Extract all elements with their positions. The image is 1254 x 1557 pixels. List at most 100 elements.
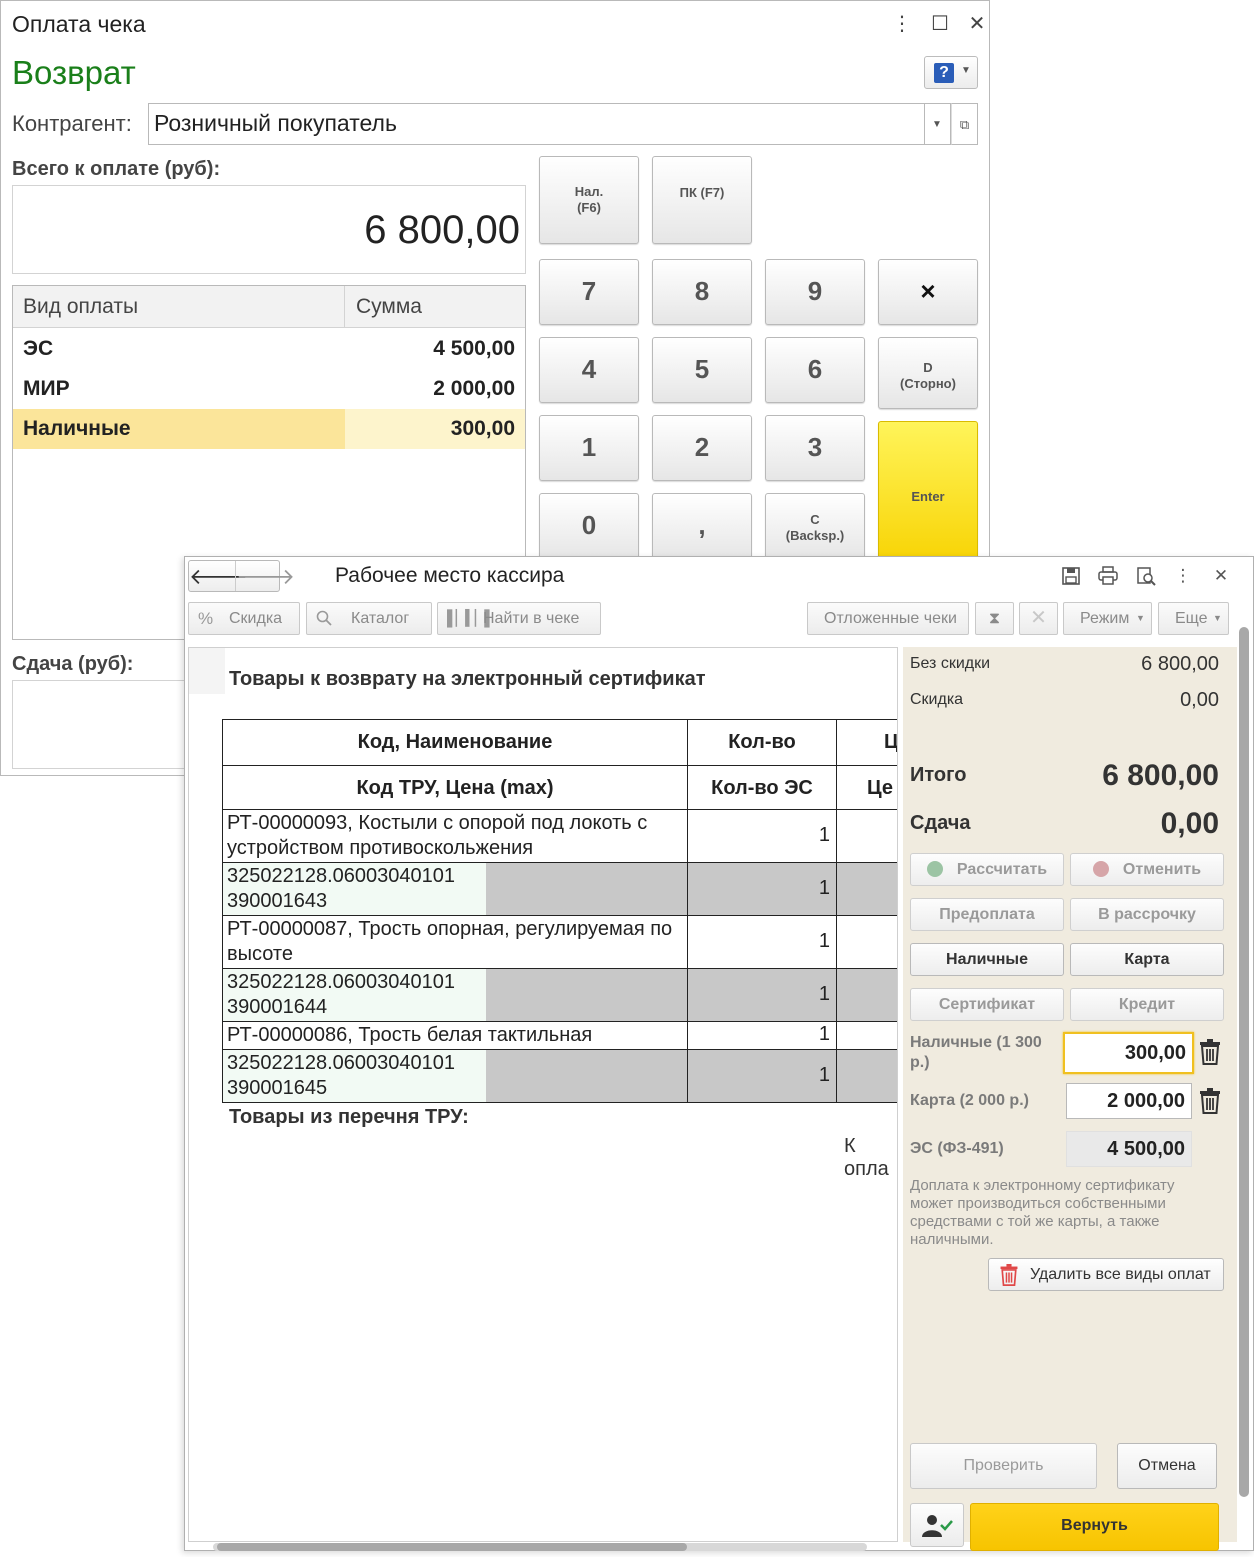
column-header: Це	[836, 765, 897, 810]
key-9[interactable]: 9	[765, 259, 865, 325]
item-qty-es-cell[interactable]: 1	[687, 862, 837, 916]
storno-key[interactable]: D (Сторно)	[878, 337, 978, 409]
arrow-right-icon[interactable]: 🡒	[236, 564, 295, 590]
delete-all-payments-button[interactable]: Удалить все виды оплат	[988, 1258, 1224, 1291]
hourglass-icon[interactable]: ⧗	[975, 602, 1014, 635]
multiply-key[interactable]: ×	[878, 259, 978, 325]
item-qty-es-cell[interactable]: 1	[687, 1049, 837, 1103]
column-header: Кол-во ЭС	[687, 765, 837, 810]
horizontal-scrollbar[interactable]	[213, 1543, 867, 1551]
chevron-down-icon: ▼	[1136, 613, 1145, 623]
card-amount-input[interactable]: 2 000,00	[1066, 1083, 1192, 1119]
counterparty-label: Контрагент:	[12, 111, 132, 136]
item-code-cell[interactable]: 325022128.06003040101 390001643	[222, 862, 688, 916]
deferred-receipts-button[interactable]: Отложенные чеки	[807, 602, 969, 635]
key-1[interactable]: 1	[539, 415, 639, 481]
card-key[interactable]: ПК (F7)	[652, 156, 752, 244]
item-name-cell[interactable]: РТ-00000087, Трость опорная, регулируема…	[222, 915, 688, 969]
change-label: Сдача (руб):	[12, 653, 134, 675]
close-icon[interactable]: ✕	[962, 9, 992, 39]
chevron-down-icon[interactable]: ▼	[924, 103, 951, 145]
item-qty-cell[interactable]: 1	[687, 915, 837, 969]
close-icon[interactable]: ✕	[1210, 566, 1232, 586]
trash-icon[interactable]	[1199, 1088, 1221, 1114]
check-button[interactable]: Проверить	[910, 1443, 1097, 1489]
more-vert-icon[interactable]: ⋮	[887, 9, 917, 39]
column-header: Кол-во	[687, 719, 837, 766]
cash-key[interactable]: Нал. (F6)	[539, 156, 639, 244]
item-code-cell[interactable]: 325022128.06003040101 390001644	[222, 968, 688, 1022]
history-nav: 🡐 🡒	[188, 560, 295, 592]
es-amount-label: ЭС (ФЗ-491)	[910, 1140, 1004, 1157]
card-amount-label: Карта (2 000 р.)	[910, 1092, 1029, 1109]
arrow-left-icon[interactable]: 🡐	[189, 564, 248, 590]
column-header[interactable]: Вид оплаты	[23, 295, 138, 319]
enter-key[interactable]: Enter	[878, 421, 978, 571]
cash-amount-input[interactable]: 300,00	[1063, 1032, 1194, 1074]
return-button[interactable]: Вернуть	[970, 1503, 1219, 1551]
to-pay-label: К опла	[844, 1135, 889, 1180]
cancel-payment-button[interactable]: Отменить	[1070, 853, 1224, 886]
item-qty-cell[interactable]: 1	[687, 809, 837, 863]
column-header[interactable]: Сумма	[356, 295, 422, 319]
counterparty-field[interactable]: Розничный покупатель	[148, 103, 925, 145]
cash-amount-label: Наличные (1 300 р.)	[910, 1034, 1042, 1071]
table-row[interactable]: ЭС 4 500,00	[13, 329, 525, 369]
key-0[interactable]: 0	[539, 493, 639, 559]
customer-button[interactable]	[910, 1503, 964, 1547]
open-icon[interactable]: ⧉	[951, 103, 978, 145]
user-check-icon	[922, 1515, 953, 1537]
cashier-workplace-window: 🡐 🡒 Рабочее место кассира ⋮ ✕ % Скидка К…	[184, 556, 1254, 1551]
comma-key[interactable]: ,	[652, 493, 752, 559]
preview-icon[interactable]	[1135, 566, 1157, 586]
total-label: Всего к оплате (руб):	[12, 158, 221, 180]
change-amount	[12, 680, 192, 769]
key-7[interactable]: 7	[539, 259, 639, 325]
total-label: Итого	[910, 764, 967, 786]
trash-icon[interactable]	[1199, 1039, 1221, 1065]
key-8[interactable]: 8	[652, 259, 752, 325]
mode-menu-button[interactable]: Режим ▼	[1063, 602, 1152, 635]
item-name-cell[interactable]: РТ-00000093, Костыли с опорой под локоть…	[222, 809, 688, 863]
maximize-icon[interactable]: ☐	[925, 9, 955, 39]
discount-label: Скидка	[910, 691, 964, 708]
cross-icon[interactable]: ✕	[1019, 602, 1058, 635]
key-4[interactable]: 4	[539, 337, 639, 403]
discount-button[interactable]: % Скидка	[188, 602, 300, 635]
more-menu-button[interactable]: Еще ▼	[1158, 602, 1229, 635]
item-qty-cell[interactable]: 1	[687, 1021, 837, 1050]
more-vert-icon[interactable]: ⋮	[1172, 566, 1194, 586]
table-row-selected[interactable]: Наличные 300,00	[13, 409, 525, 449]
cancel-button[interactable]: Отмена	[1117, 1443, 1217, 1489]
find-in-receipt-button[interactable]: ▌▏▍▏▌ Найти в чеке	[437, 602, 601, 635]
calculate-button[interactable]: Рассчитать	[910, 853, 1064, 886]
total-amount: 6 800,00	[12, 185, 526, 274]
credit-button[interactable]: Кредит	[1070, 988, 1224, 1021]
payment-type: ЭС	[23, 337, 54, 360]
vertical-scrollbar[interactable]	[1239, 627, 1249, 1547]
item-name-cell[interactable]: РТ-00000086, Трость белая тактильная	[222, 1021, 688, 1050]
print-icon[interactable]	[1097, 566, 1119, 586]
item-code-cell[interactable]: 325022128.06003040101 390001645	[222, 1049, 688, 1103]
prepayment-button[interactable]: Предоплата	[910, 898, 1064, 931]
key-2[interactable]: 2	[652, 415, 752, 481]
key-5[interactable]: 5	[652, 337, 752, 403]
certificate-button[interactable]: Сертификат	[910, 988, 1064, 1021]
installment-button[interactable]: В рассрочку	[1070, 898, 1224, 931]
cash-button[interactable]: Наличные	[910, 943, 1064, 976]
table-row[interactable]: МИР 2 000,00	[13, 369, 525, 409]
help-button[interactable]: ? ▼	[924, 56, 978, 89]
change-value: 0,00	[1160, 807, 1219, 840]
key-6[interactable]: 6	[765, 337, 865, 403]
save-icon[interactable]	[1060, 566, 1082, 586]
item-price-es-cell	[836, 862, 897, 916]
trash-icon	[1000, 1264, 1018, 1286]
key-3[interactable]: 3	[765, 415, 865, 481]
item-qty-es-cell[interactable]: 1	[687, 968, 837, 1022]
catalog-button[interactable]: Каталог	[306, 602, 432, 635]
window-title: Рабочее место кассира	[335, 564, 565, 587]
payment-amount: 300,00	[450, 417, 515, 440]
backspace-key[interactable]: C (Backsp.)	[765, 493, 865, 559]
section-heading: Товары из перечня ТРУ:	[229, 1106, 469, 1128]
card-button[interactable]: Карта	[1070, 943, 1224, 976]
